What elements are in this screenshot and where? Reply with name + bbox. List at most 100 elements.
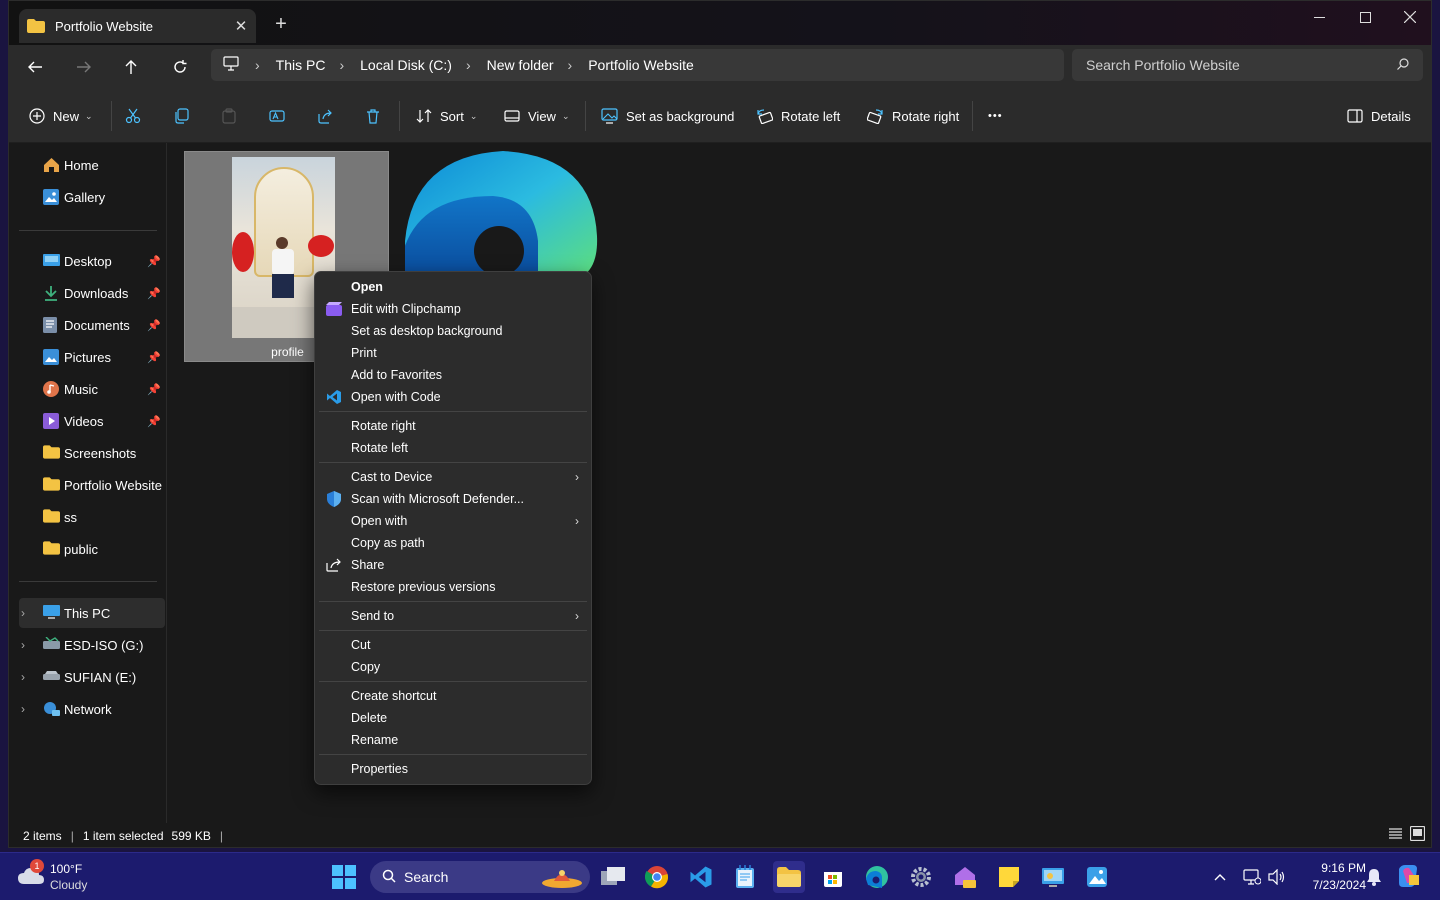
menu-item-copy[interactable]: Copy (319, 656, 587, 678)
breadcrumb-this-pc[interactable]: This PC (272, 57, 330, 73)
new-tab-button[interactable]: + (269, 12, 293, 36)
search-input[interactable]: Search Portfolio Website (1072, 49, 1423, 81)
large-icons-view-icon[interactable] (1409, 825, 1426, 844)
sidebar-item-public[interactable]: public (19, 534, 165, 564)
volume-tray-button[interactable] (1263, 861, 1291, 893)
breadcrumb-new-folder[interactable]: New folder (483, 57, 558, 73)
refresh-button[interactable] (162, 51, 198, 83)
chevron-right-icon[interactable]: › (21, 670, 25, 684)
details-view-icon[interactable] (1388, 827, 1403, 844)
copilot-button[interactable] (1392, 861, 1424, 893)
maximize-button[interactable] (1342, 1, 1388, 33)
pin-icon[interactable]: 📌 (147, 415, 161, 428)
menu-item-edit-with-clipchamp[interactable]: Edit with Clipchamp (319, 298, 587, 320)
menu-item-restore-previous-versions[interactable]: Restore previous versions (319, 576, 587, 598)
rotate-left-button[interactable]: Rotate left (756, 89, 840, 143)
menu-item-delete[interactable]: Delete (319, 707, 587, 729)
menu-item-cast-to-device[interactable]: Cast to Device › (319, 466, 587, 488)
task-view-button[interactable] (597, 861, 629, 893)
menu-item-share[interactable]: Share (319, 554, 587, 576)
menu-item-rotate-right[interactable]: Rotate right (319, 415, 587, 437)
weather-widget[interactable]: 1 100°F Cloudy (16, 859, 116, 895)
menu-item-rotate-left[interactable]: Rotate left (319, 437, 587, 459)
pin-icon[interactable]: 📌 (147, 255, 161, 268)
sidebar-item-gallery[interactable]: Gallery (19, 182, 165, 212)
new-button[interactable]: New ⌄ (29, 89, 93, 143)
sidebar-item-esd-iso[interactable]: › ESD-ISO (G:) (19, 630, 165, 660)
taskbar-search[interactable]: Search (370, 861, 590, 893)
photos-taskbar-button[interactable] (1081, 861, 1113, 893)
menu-item-scan-with-defender[interactable]: Scan with Microsoft Defender... (319, 488, 587, 510)
file-item-edge-logo[interactable] (403, 151, 603, 276)
minimize-button[interactable] (1296, 1, 1342, 33)
power-automate-taskbar-button[interactable] (949, 861, 981, 893)
sidebar-item-downloads[interactable]: Downloads 📌 (19, 278, 165, 308)
pin-icon[interactable]: 📌 (147, 383, 161, 396)
forward-button[interactable] (66, 51, 102, 83)
chevron-right-icon[interactable]: › (21, 702, 25, 716)
back-button[interactable] (17, 51, 53, 83)
menu-item-cut[interactable]: Cut (319, 634, 587, 656)
pin-icon[interactable]: 📌 (147, 287, 161, 300)
menu-item-send-to[interactable]: Send to › (319, 605, 587, 627)
tab-portfolio-website[interactable]: Portfolio Website ✕ (19, 9, 256, 43)
sidebar-item-ss[interactable]: ss (19, 502, 165, 532)
close-tab-button[interactable]: ✕ (226, 17, 256, 35)
store-taskbar-button[interactable] (817, 861, 849, 893)
sidebar-item-sufian[interactable]: › SUFIAN (E:) (19, 662, 165, 692)
more-options-button[interactable]: ••• (988, 89, 1003, 143)
paste-button[interactable] (221, 89, 245, 143)
copy-button[interactable] (173, 89, 197, 143)
sidebar-item-home[interactable]: Home (19, 150, 165, 180)
pin-icon[interactable]: 📌 (147, 351, 161, 364)
rotate-right-button[interactable]: Rotate right (867, 89, 959, 143)
start-button[interactable] (328, 861, 360, 893)
notepad-taskbar-button[interactable] (729, 861, 761, 893)
delete-button[interactable] (365, 89, 389, 143)
sidebar-item-videos[interactable]: Videos 📌 (19, 406, 165, 436)
sidebar-item-documents[interactable]: Documents 📌 (19, 310, 165, 340)
address-bar[interactable]: › This PC › Local Disk (C:) › New folder… (211, 49, 1064, 81)
show-hidden-icons-button[interactable] (1206, 861, 1234, 893)
menu-item-open-with[interactable]: Open with › (319, 510, 587, 532)
menu-item-properties[interactable]: Properties (319, 758, 587, 780)
view-button[interactable]: View ⌄ (504, 89, 570, 143)
sidebar-item-portfolio-website[interactable]: Portfolio Website (19, 470, 165, 500)
breadcrumb-portfolio-website[interactable]: Portfolio Website (584, 57, 698, 73)
chevron-right-icon[interactable]: › (21, 638, 25, 652)
up-button[interactable] (113, 51, 149, 83)
sidebar-item-music[interactable]: Music 📌 (19, 374, 165, 404)
sidebar-item-pictures[interactable]: Pictures 📌 (19, 342, 165, 372)
chevron-right-icon[interactable]: › (21, 606, 25, 620)
menu-item-create-shortcut[interactable]: Create shortcut (319, 685, 587, 707)
rename-button[interactable] (269, 89, 293, 143)
close-window-button[interactable] (1387, 1, 1431, 33)
menu-item-open[interactable]: Open (319, 276, 587, 298)
file-explorer-taskbar-button[interactable] (773, 861, 805, 893)
menu-item-rename[interactable]: Rename (319, 729, 587, 751)
sort-button[interactable]: Sort ⌄ (416, 89, 477, 143)
notifications-button[interactable] (1360, 861, 1388, 893)
set-as-background-button[interactable]: Set as background (601, 89, 734, 143)
sticky-notes-taskbar-button[interactable] (993, 861, 1025, 893)
vscode-taskbar-button[interactable] (685, 861, 717, 893)
menu-item-set-as-desktop-background[interactable]: Set as desktop background (319, 320, 587, 342)
sidebar-item-desktop[interactable]: Desktop 📌 (19, 246, 165, 276)
control-panel-taskbar-button[interactable] (1037, 861, 1069, 893)
share-button[interactable] (317, 89, 341, 143)
menu-item-print[interactable]: Print (319, 342, 587, 364)
breadcrumb-local-disk[interactable]: Local Disk (C:) (356, 57, 456, 73)
pin-icon[interactable]: 📌 (147, 319, 161, 332)
chrome-taskbar-button[interactable] (641, 861, 673, 893)
settings-taskbar-button[interactable] (905, 861, 937, 893)
sidebar-item-screenshots[interactable]: Screenshots (19, 438, 165, 468)
sidebar-item-this-pc[interactable]: › This PC (19, 598, 165, 628)
menu-item-copy-as-path[interactable]: Copy as path (319, 532, 587, 554)
sidebar-item-network[interactable]: › Network (19, 694, 165, 724)
details-button[interactable]: Details (1347, 89, 1411, 143)
menu-item-open-with-code[interactable]: Open with Code (319, 386, 587, 408)
edge-taskbar-button[interactable] (861, 861, 893, 893)
cut-button[interactable] (125, 89, 149, 143)
menu-item-add-to-favorites[interactable]: Add to Favorites (319, 364, 587, 386)
clock[interactable]: 9:16 PM 7/23/2024 (1292, 859, 1366, 895)
